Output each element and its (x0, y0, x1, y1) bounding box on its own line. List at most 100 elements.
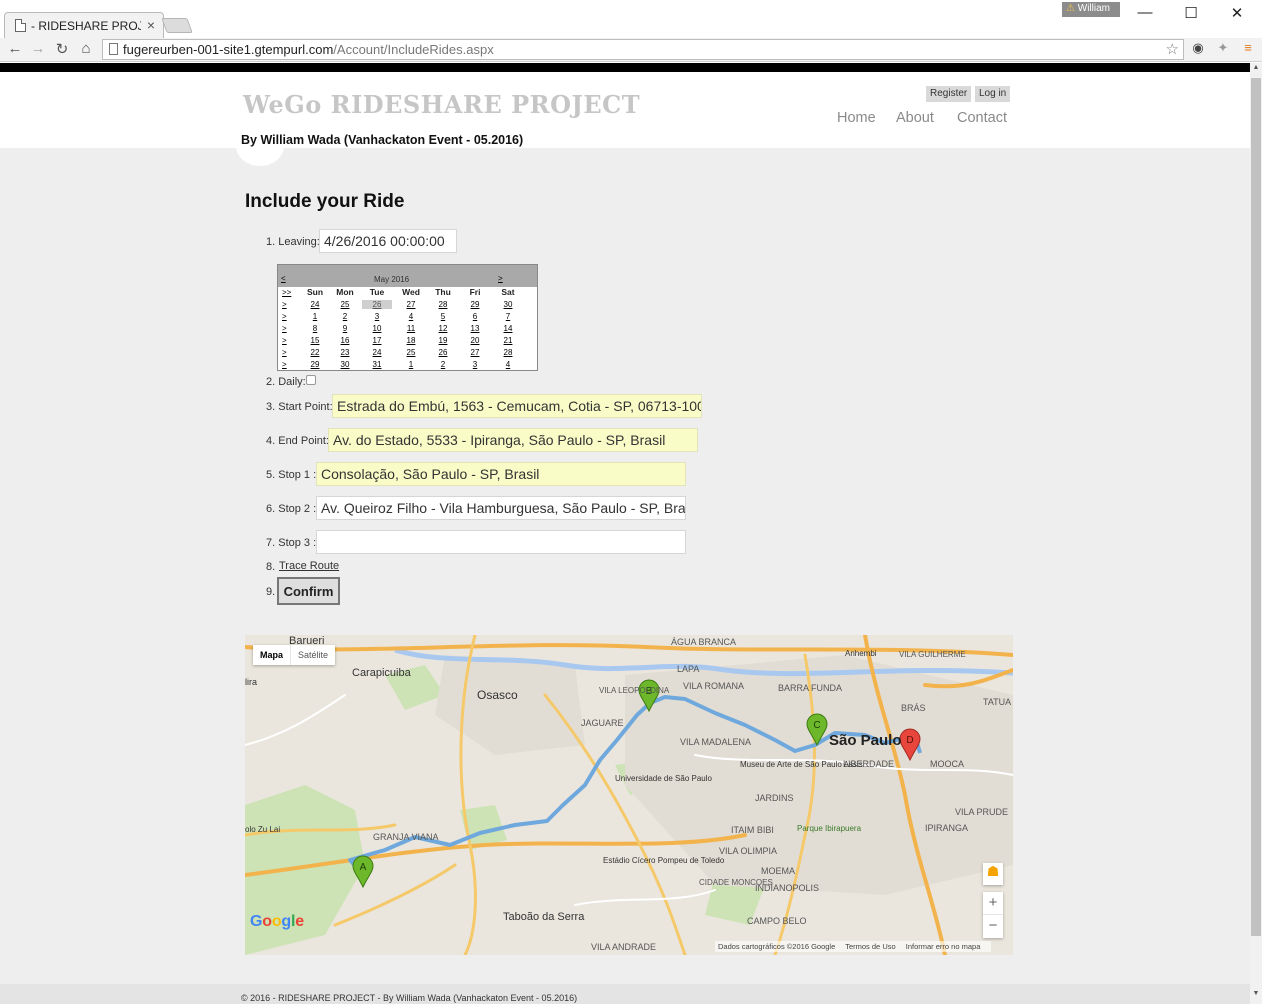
calendar-week-selector[interactable]: > (282, 312, 287, 321)
page-info-icon[interactable] (109, 43, 118, 55)
map-terms-link[interactable]: Termos de Uso (845, 942, 895, 951)
calendar-day[interactable]: 21 (493, 336, 523, 345)
calendar-day[interactable]: 5 (428, 312, 458, 321)
profile-badge[interactable]: ⚠ William (1062, 2, 1120, 17)
maximize-button[interactable]: ☐ (1176, 4, 1206, 24)
calendar-day[interactable]: 3 (460, 360, 490, 369)
start-point-input[interactable]: Estrada do Embú, 1563 - Cemucam, Cotia -… (332, 394, 702, 418)
calendar-day[interactable]: 16 (330, 336, 360, 345)
footer (0, 984, 1250, 1004)
calendar-day[interactable]: 13 (460, 324, 490, 333)
calendar-day[interactable]: 3 (362, 312, 392, 321)
nav-about[interactable]: About (896, 110, 934, 126)
forward-icon[interactable]: → (29, 40, 47, 57)
calendar-day[interactable]: 4 (493, 360, 523, 369)
stop1-input[interactable]: Consolação, São Paulo - SP, Brasil (316, 462, 686, 486)
menu-icon[interactable]: ≡ (1239, 40, 1257, 58)
calendar-day[interactable]: 7 (493, 312, 523, 321)
back-icon[interactable]: ← (6, 40, 24, 57)
calendar-day[interactable]: 24 (300, 300, 330, 309)
calendar-day[interactable]: 9 (330, 324, 360, 333)
calendar-day[interactable]: 22 (300, 348, 330, 357)
calendar-day[interactable]: 28 (493, 348, 523, 357)
calendar-day[interactable]: 25 (396, 348, 426, 357)
zoom-out-button[interactable]: − (983, 915, 1003, 938)
calendar-day[interactable]: 30 (330, 360, 360, 369)
calendar-next-link[interactable]: > (498, 274, 503, 283)
nav-home[interactable]: Home (837, 110, 876, 126)
calendar-day[interactable]: 26 (362, 300, 392, 309)
end-point-input[interactable]: Av. do Estado, 5533 - Ipiranga, São Paul… (328, 428, 698, 452)
calendar-day[interactable]: 25 (330, 300, 360, 309)
calendar-day[interactable]: 28 (428, 300, 458, 309)
marker-a[interactable]: A (352, 855, 374, 889)
route-map[interactable]: A B C D Barueri Carapicuiba Osasco São P… (245, 635, 1013, 955)
stop3-input[interactable] (316, 530, 686, 554)
calendar-day[interactable]: 10 (362, 324, 392, 333)
home-icon[interactable]: ⌂ (77, 40, 95, 57)
calendar-day[interactable]: 31 (362, 360, 392, 369)
extension-icon[interactable]: ◉ (1189, 40, 1207, 58)
calendar-day[interactable]: 20 (460, 336, 490, 345)
reload-icon[interactable]: ↻ (53, 40, 71, 58)
address-bar[interactable]: fugereurben-001-site1.gtempurl.com/Accou… (102, 39, 1184, 60)
tab-title: - RIDESHARE PROJEC (31, 19, 141, 33)
register-link[interactable]: Register (926, 86, 972, 102)
scroll-up-icon[interactable]: ▲ (1250, 64, 1262, 76)
browser-tab[interactable]: - RIDESHARE PROJEC × (4, 12, 164, 38)
calendar-day[interactable]: 24 (362, 348, 392, 357)
map-type-satellite[interactable]: Satélite (290, 645, 335, 665)
trace-route-link[interactable]: Trace Route (279, 560, 339, 572)
site-title[interactable]: WeGo RIDESHARE PROJECT (243, 90, 640, 119)
calendar-day[interactable]: 19 (428, 336, 458, 345)
calendar-day[interactable]: 29 (300, 360, 330, 369)
calendar-day[interactable]: 26 (428, 348, 458, 357)
map-type-map[interactable]: Mapa (253, 645, 290, 665)
calendar-day[interactable]: 15 (300, 336, 330, 345)
leaving-input[interactable]: 4/26/2016 00:00:00 (319, 229, 457, 253)
star-icon[interactable]: ☆ (1166, 40, 1179, 58)
calendar-day[interactable]: 14 (493, 324, 523, 333)
pegman-icon[interactable]: ☗ (983, 863, 1003, 885)
confirm-button[interactable]: Confirm (277, 577, 340, 605)
calendar-day[interactable]: 4 (396, 312, 426, 321)
calendar-day[interactable]: 2 (330, 312, 360, 321)
calendar-week-selector[interactable]: > (282, 360, 287, 369)
calendar-prev-link[interactable]: < (281, 274, 286, 283)
calendar-day[interactable]: 23 (330, 348, 360, 357)
calendar-day[interactable]: 17 (362, 336, 392, 345)
nav-contact[interactable]: Contact (957, 110, 1007, 126)
calendar-day[interactable]: 8 (300, 324, 330, 333)
calendar-day[interactable]: 6 (460, 312, 490, 321)
calendar-week-selector[interactable]: > (282, 324, 287, 333)
close-tab-icon[interactable]: × (147, 17, 155, 33)
tools-icon[interactable]: ✦ (1214, 40, 1232, 58)
google-logo[interactable]: Google (250, 913, 304, 931)
calendar-day[interactable]: 27 (460, 348, 490, 357)
new-tab-button[interactable] (161, 18, 193, 33)
calendar-day[interactable]: 1 (300, 312, 330, 321)
calendar-day[interactable]: 29 (460, 300, 490, 309)
calendar-day[interactable]: 27 (396, 300, 426, 309)
calendar-day[interactable]: 30 (493, 300, 523, 309)
calendar-week-selector[interactable]: > (282, 300, 287, 309)
calendar-day[interactable]: 1 (396, 360, 426, 369)
scroll-down-icon[interactable]: ▼ (1250, 990, 1262, 1002)
minimize-button[interactable]: — (1130, 4, 1160, 24)
stop2-input[interactable]: Av. Queiroz Filho - Vila Hamburguesa, Sã… (316, 496, 686, 520)
close-window-button[interactable]: ✕ (1222, 4, 1252, 24)
select-month-link[interactable]: >> (282, 288, 291, 297)
calendar-day[interactable]: 18 (396, 336, 426, 345)
calendar-day[interactable]: 12 (428, 324, 458, 333)
daily-checkbox[interactable] (306, 375, 316, 385)
calendar-day[interactable]: 11 (396, 324, 426, 333)
scrollbar-thumb[interactable] (1251, 78, 1261, 936)
calendar-week-selector[interactable]: > (282, 336, 287, 345)
calendar-week-selector[interactable]: > (282, 348, 287, 357)
label-vila-andrade: VILA ANDRADE (591, 942, 656, 952)
map-report-link[interactable]: Informar erro no mapa (906, 942, 981, 951)
login-link[interactable]: Log in (975, 86, 1011, 102)
zoom-in-button[interactable]: + (983, 892, 1003, 915)
calendar-day[interactable]: 2 (428, 360, 458, 369)
label-vila-olimpia: VILA OLIMPIA (719, 846, 777, 856)
